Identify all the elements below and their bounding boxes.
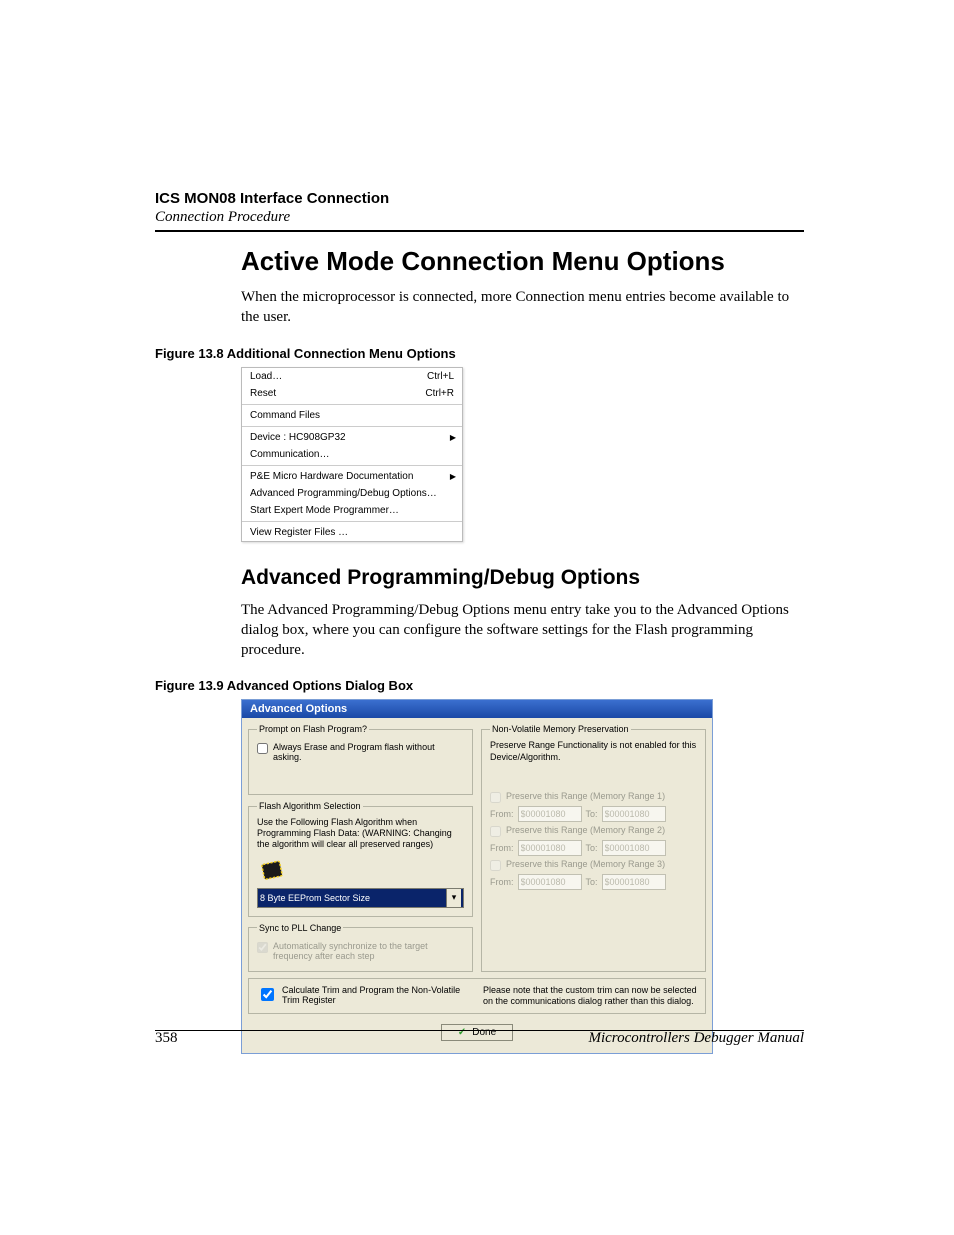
page-footer: 358 Microcontrollers Debugger Manual: [155, 1030, 804, 1047]
checkbox-preserve-range-2: Preserve this Range (Memory Range 2): [490, 825, 697, 837]
menu-separator: [242, 465, 462, 466]
checkbox-preserve-range-3: Preserve this Range (Memory Range 3): [490, 859, 697, 871]
page-number: 358: [155, 1030, 178, 1047]
trim-note: Please note that the custom trim can now…: [483, 985, 697, 1008]
menu-item-communication[interactable]: Communication…: [242, 446, 462, 463]
algorithm-select[interactable]: 8 Byte EEProm Sector Size: [257, 888, 464, 908]
to-label: To:: [586, 809, 598, 819]
section-1-para: When the microprocessor is connected, mo…: [155, 287, 804, 328]
checkbox-label: Automatically synchronize to the target …: [273, 941, 464, 961]
range-1-from-input: [518, 806, 582, 822]
checkbox-input: [490, 792, 501, 803]
group-legend: Sync to PLL Change: [257, 923, 343, 933]
range-1-to-input: [602, 806, 666, 822]
checkbox-calculate-trim[interactable]: [261, 988, 274, 1001]
group-legend: Non-Volatile Memory Preservation: [490, 724, 631, 734]
dialog-titlebar: Advanced Options: [242, 700, 712, 718]
range-1-fields: From: To:: [490, 806, 697, 822]
menu-item-command-files[interactable]: Command Files: [242, 407, 462, 424]
nv-note: Preserve Range Functionality is not enab…: [490, 740, 697, 763]
menu-separator: [242, 521, 462, 522]
checkbox-input: [257, 942, 268, 953]
to-label: To:: [586, 877, 598, 887]
chapter-subtitle: Connection Procedure: [155, 209, 804, 226]
group-legend: Flash Algorithm Selection: [257, 801, 363, 811]
menu-separator: [242, 426, 462, 427]
group-sync-pll: Sync to PLL Change Automatically synchro…: [248, 923, 473, 972]
menu-item-reset[interactable]: Reset Ctrl+R: [242, 385, 462, 402]
checkbox-label: Preserve this Range (Memory Range 2): [506, 825, 665, 835]
checkbox-always-erase[interactable]: Always Erase and Program flash without a…: [257, 742, 464, 762]
header-rule: [155, 230, 804, 232]
checkbox-label: Preserve this Range (Memory Range 3): [506, 859, 665, 869]
algorithm-warning: Use the Following Flash Algorithm when P…: [257, 817, 464, 849]
group-flash-algorithm: Flash Algorithm Selection Use the Follow…: [248, 801, 473, 916]
manual-title: Microcontrollers Debugger Manual: [588, 1030, 804, 1047]
menu-label: Reset: [250, 388, 425, 399]
algorithm-selected-text: 8 Byte EEProm Sector Size: [260, 893, 370, 903]
menu-label: Load…: [250, 371, 427, 382]
checkbox-input[interactable]: [257, 743, 268, 754]
menu-shortcut: Ctrl+R: [425, 388, 454, 399]
chip-icon: [257, 858, 287, 884]
range-2-to-input: [602, 840, 666, 856]
checkbox-label: Calculate Trim and Program the Non-Volat…: [282, 985, 471, 1005]
from-label: From:: [490, 877, 514, 887]
page: ICS MON08 Interface Connection Connectio…: [0, 0, 954, 1054]
group-nv-memory-preservation: Non-Volatile Memory Preservation Preserv…: [481, 724, 706, 971]
checkbox-input: [490, 826, 501, 837]
to-label: To:: [586, 843, 598, 853]
menu-shortcut: Ctrl+L: [427, 371, 454, 382]
checkbox-label: Preserve this Range (Memory Range 1): [506, 791, 665, 801]
menu-label: View Register Files …: [250, 527, 454, 538]
checkbox-label: Always Erase and Program flash without a…: [273, 742, 464, 762]
menu-label: P&E Micro Hardware Documentation: [250, 471, 454, 482]
figure-13-8-caption: Figure 13.8 Additional Connection Menu O…: [155, 346, 804, 361]
range-2-fields: From: To:: [490, 840, 697, 856]
checkbox-sync-pll: Automatically synchronize to the target …: [257, 941, 464, 961]
section-2-para: The Advanced Programming/Debug Options m…: [155, 600, 804, 661]
range-3-from-input: [518, 874, 582, 890]
range-3-to-input: [602, 874, 666, 890]
menu-label: Command Files: [250, 410, 454, 421]
menu-item-device[interactable]: Device : HC908GP32: [242, 429, 462, 446]
menu-item-load[interactable]: Load… Ctrl+L: [242, 368, 462, 385]
section-heading-2: Advanced Programming/Debug Options: [155, 566, 804, 590]
from-label: From:: [490, 809, 514, 819]
range-3-fields: From: To:: [490, 874, 697, 890]
menu-item-expert-programmer[interactable]: Start Expert Mode Programmer…: [242, 502, 462, 519]
connection-menu: Load… Ctrl+L Reset Ctrl+R Command Files …: [241, 367, 463, 542]
range-2-from-input: [518, 840, 582, 856]
menu-label: Advanced Programming/Debug Options…: [250, 488, 454, 499]
menu-label: Communication…: [250, 449, 454, 460]
menu-item-pe-docs[interactable]: P&E Micro Hardware Documentation: [242, 468, 462, 485]
from-label: From:: [490, 843, 514, 853]
menu-separator: [242, 404, 462, 405]
menu-item-advanced-options[interactable]: Advanced Programming/Debug Options…: [242, 485, 462, 502]
checkbox-input: [490, 860, 501, 871]
group-legend: Prompt on Flash Program?: [257, 724, 369, 734]
trim-row: Calculate Trim and Program the Non-Volat…: [248, 978, 706, 1015]
advanced-options-dialog: Advanced Options Prompt on Flash Program…: [241, 699, 713, 1054]
dialog-body: Prompt on Flash Program? Always Erase an…: [242, 718, 712, 1053]
group-prompt-on-flash: Prompt on Flash Program? Always Erase an…: [248, 724, 473, 795]
chapter-title: ICS MON08 Interface Connection: [155, 190, 804, 207]
checkbox-preserve-range-1: Preserve this Range (Memory Range 1): [490, 791, 697, 803]
menu-label: Device : HC908GP32: [250, 432, 454, 443]
menu-item-view-register-files[interactable]: View Register Files …: [242, 524, 462, 541]
figure-13-9-caption: Figure 13.9 Advanced Options Dialog Box: [155, 678, 804, 693]
menu-label: Start Expert Mode Programmer…: [250, 505, 454, 516]
section-heading-1: Active Mode Connection Menu Options: [155, 246, 804, 277]
